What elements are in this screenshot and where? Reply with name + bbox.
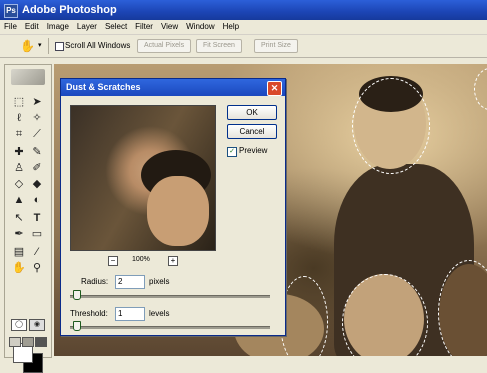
preview-window[interactable] (70, 105, 216, 251)
standard-mode-icon[interactable]: ◯ (11, 319, 27, 331)
toolbox: ⬚ ➤ ℓ ✧ ⌗ ⟋ ✚ ✎ ♙ ✐ ◇ ◆ ▲ ◐ ↖ T ✒ ▭ ▤ ⁄ … (4, 64, 52, 373)
hand-tool-icon[interactable]: ✋ (11, 261, 27, 276)
preview-label: Preview (239, 146, 268, 155)
preview-face (147, 176, 209, 246)
radius-label: Radius: (81, 277, 109, 286)
menu-filter[interactable]: Filter (131, 20, 157, 34)
zoom-level: 100% (132, 256, 150, 263)
menu-help[interactable]: Help (219, 20, 243, 34)
threshold-input[interactable]: 1 (115, 307, 145, 321)
eyedropper-tool-icon[interactable]: ⁄ (29, 245, 45, 260)
lasso-tool-icon[interactable]: ℓ (11, 111, 27, 126)
radius-slider[interactable] (70, 295, 270, 298)
menu-select[interactable]: Select (101, 20, 131, 34)
dust-scratches-dialog: Dust & Scratches ✕ − 100% + OK Cancel ✓ … (60, 78, 286, 336)
threshold-unit: levels (149, 309, 170, 318)
eraser-tool-icon[interactable]: ◇ (11, 177, 27, 192)
actual-pixels-button[interactable]: Actual Pixels (137, 39, 192, 53)
marquee-tool-icon[interactable]: ⬚ (11, 95, 27, 110)
scroll-all-windows-label: Scroll All Windows (65, 41, 131, 50)
clone-stamp-tool-icon[interactable]: ♙ (11, 161, 27, 176)
notes-tool-icon[interactable]: ▤ (11, 245, 27, 260)
window-title: Adobe Photoshop (22, 4, 117, 16)
print-size-button[interactable]: Print Size (254, 39, 298, 53)
menu-bar: File Edit Image Layer Select Filter View Window… (0, 20, 487, 35)
screen-mode-full-icon[interactable] (35, 337, 47, 347)
preview-checkbox[interactable]: ✓ (227, 147, 237, 157)
hand-icon[interactable]: ✋ (20, 39, 35, 53)
divider (48, 38, 49, 54)
blur-tool-icon[interactable]: ▲ (11, 193, 27, 208)
path-select-tool-icon[interactable]: ↖ (11, 211, 27, 226)
healing-brush-tool-icon[interactable]: ✚ (11, 145, 27, 160)
screen-mode-full-menu-icon[interactable] (22, 337, 34, 347)
dialog-title: Dust & Scratches (66, 82, 141, 92)
pen-tool-icon[interactable]: ✒ (11, 227, 27, 242)
threshold-slider-thumb[interactable] (73, 321, 81, 331)
title-bar: Ps Adobe Photoshop (0, 0, 487, 20)
color-swatches[interactable] (13, 343, 43, 373)
fit-screen-button[interactable]: Fit Screen (196, 39, 242, 53)
quick-mask-icon[interactable]: ◉ (29, 319, 45, 331)
zoom-out-button[interactable]: − (108, 256, 118, 266)
move-tool-icon[interactable]: ➤ (29, 95, 45, 110)
menu-window[interactable]: Window (182, 20, 218, 34)
menu-view[interactable]: View (157, 20, 182, 34)
zoom-in-button[interactable]: + (168, 256, 178, 266)
brush-tool-icon[interactable]: ✎ (29, 145, 45, 160)
radius-input[interactable]: 2 (115, 275, 145, 289)
zoom-tool-icon[interactable]: ⚲ (29, 261, 45, 276)
scroll-all-windows-checkbox[interactable] (55, 42, 64, 51)
selection-marquee (352, 78, 430, 174)
radius-unit: pixels (149, 277, 170, 286)
photoshop-icon: Ps (4, 4, 18, 18)
dialog-title-bar[interactable]: Dust & Scratches ✕ (61, 79, 285, 96)
crop-tool-icon[interactable]: ⌗ (11, 127, 27, 142)
dodge-tool-icon[interactable]: ◐ (29, 193, 45, 208)
type-tool-icon[interactable]: T (29, 211, 45, 226)
selection-marquee (280, 276, 328, 356)
close-icon[interactable]: ✕ (267, 81, 282, 96)
slice-tool-icon[interactable]: ⟋ (29, 127, 45, 142)
screen-mode-standard-icon[interactable] (9, 337, 21, 347)
zoom-controls: − 100% + (70, 255, 214, 267)
threshold-label: Threshold: (70, 309, 108, 318)
feather-icon (11, 69, 45, 85)
cancel-button[interactable]: Cancel (227, 124, 277, 139)
menu-file[interactable]: File (0, 20, 21, 34)
magic-wand-tool-icon[interactable]: ✧ (29, 111, 45, 126)
ok-button[interactable]: OK (227, 105, 277, 120)
radius-slider-thumb[interactable] (73, 290, 81, 300)
menu-edit[interactable]: Edit (21, 20, 43, 34)
shape-tool-icon[interactable]: ▭ (29, 227, 45, 242)
chevron-down-icon[interactable]: ▾ (38, 41, 42, 49)
threshold-slider[interactable] (70, 326, 270, 329)
fill-tool-icon[interactable]: ◆ (29, 177, 45, 192)
options-bar: ✋ ▾ Scroll All Windows Actual Pixels Fit… (0, 35, 487, 58)
menu-image[interactable]: Image (43, 20, 73, 34)
history-brush-tool-icon[interactable]: ✐ (29, 161, 45, 176)
selection-marquee (474, 68, 487, 110)
menu-layer[interactable]: Layer (73, 20, 101, 34)
